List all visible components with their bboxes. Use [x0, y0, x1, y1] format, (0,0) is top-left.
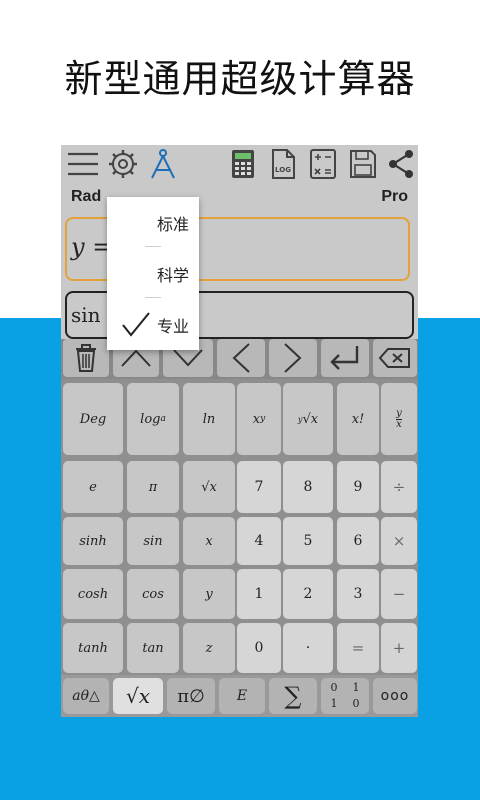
save-icon[interactable]	[347, 149, 379, 179]
key-4[interactable]: 4	[237, 517, 281, 565]
key-e[interactable]: e	[63, 461, 123, 513]
key-9[interactable]: 9	[337, 461, 379, 513]
keypad: Deg log a ln xy y √x x! yx e π √x 7 8 9 ÷ …	[61, 381, 418, 675]
key-nth-root[interactable]: y √x	[283, 383, 333, 455]
dropdown-divider	[145, 297, 161, 298]
key-8[interactable]: 8	[283, 461, 333, 513]
trash-button[interactable]	[63, 339, 109, 377]
key-divide[interactable]: ÷	[381, 461, 417, 513]
dropdown-divider	[145, 246, 161, 247]
backspace-icon	[378, 348, 410, 368]
dropdown-item-label: 科学	[157, 266, 190, 285]
key-5[interactable]: 5	[283, 517, 333, 565]
gear-icon[interactable]	[105, 149, 141, 179]
key-z-var[interactable]: z	[183, 623, 235, 673]
key-7[interactable]: 7	[237, 461, 281, 513]
key-2[interactable]: 2	[283, 569, 333, 619]
key-power[interactable]: xy	[237, 383, 281, 455]
key-multiply[interactable]: ×	[381, 517, 417, 565]
log-file-icon[interactable]: LOG	[267, 149, 299, 179]
key-sinh[interactable]: sinh	[63, 517, 123, 565]
bottom-toolbar: aθ△ √x π∅ E ∑ 0 1 1 0 ooo	[61, 675, 418, 717]
sqrt-panel-button[interactable]: √x	[113, 678, 163, 714]
pro-mode-label[interactable]: Pro	[381, 188, 408, 206]
chevron-up-icon	[121, 349, 151, 367]
dropdown-item-label: 标准	[157, 215, 190, 234]
key-y-var[interactable]: y	[183, 569, 235, 619]
dropdown-item-professional[interactable]: 专业	[107, 299, 199, 349]
trash-icon	[76, 344, 96, 372]
binary-button[interactable]: 0 1 1 0	[321, 678, 369, 714]
dropdown-item-standard[interactable]: 标准	[107, 197, 199, 247]
binary-digit: 1	[352, 681, 360, 694]
key-cosh[interactable]: cosh	[63, 569, 123, 619]
cursor-left-button[interactable]	[217, 339, 265, 377]
binary-digit: 0	[352, 697, 360, 710]
key-x-var[interactable]: x	[183, 517, 235, 565]
key-deg[interactable]: Deg	[63, 383, 123, 455]
key-pi[interactable]: π	[127, 461, 179, 513]
key-plus[interactable]: +	[381, 623, 417, 673]
key-factorial[interactable]: x!	[337, 383, 379, 455]
backspace-button[interactable]	[373, 339, 417, 377]
key-cos[interactable]: cos	[127, 569, 179, 619]
enter-button[interactable]	[321, 339, 369, 377]
key-tanh[interactable]: tanh	[63, 623, 123, 673]
key-tan[interactable]: tan	[127, 623, 179, 673]
angle-mode-label[interactable]: Rad	[71, 188, 101, 206]
enter-icon	[330, 346, 359, 370]
log-label: LOG	[275, 166, 291, 174]
key-sin[interactable]: sin	[127, 517, 179, 565]
formula-sheet-icon[interactable]	[307, 149, 339, 179]
key-ln[interactable]: ln	[183, 383, 235, 455]
promo-title: 新型通用超级计算器	[64, 57, 416, 101]
key-fraction[interactable]: yx	[381, 383, 417, 455]
chevron-right-icon	[284, 343, 302, 373]
cursor-right-button[interactable]	[269, 339, 317, 377]
key-decimal[interactable]: ·	[283, 623, 333, 673]
calculator-icon[interactable]	[227, 149, 259, 179]
dropdown-item-label: 专业	[157, 317, 190, 336]
binary-digit: 0	[330, 681, 338, 694]
key-equals[interactable]: =	[337, 623, 379, 673]
key-minus[interactable]: −	[381, 569, 417, 619]
key-1[interactable]: 1	[237, 569, 281, 619]
set-symbols-button[interactable]: π∅	[167, 678, 215, 714]
more-button[interactable]: ooo	[373, 678, 417, 714]
exponent-button[interactable]: E	[219, 678, 265, 714]
chevron-down-icon	[173, 349, 203, 367]
menu-icon[interactable]	[65, 149, 101, 179]
mode-dropdown-menu: 标准 科学 专业	[107, 197, 199, 350]
share-icon[interactable]	[385, 149, 417, 179]
chevron-left-icon	[232, 343, 250, 373]
key-6[interactable]: 6	[337, 517, 379, 565]
greek-symbols-button[interactable]: aθ△	[63, 678, 109, 714]
key-log-a[interactable]: log a	[127, 383, 179, 455]
compass-icon[interactable]	[145, 149, 181, 179]
key-0[interactable]: 0	[237, 623, 281, 673]
checkmark-icon	[122, 312, 150, 337]
toolbar: LOG	[61, 145, 418, 183]
dropdown-item-scientific[interactable]: 科学	[107, 248, 199, 298]
key-3[interactable]: 3	[337, 569, 379, 619]
binary-digit: 1	[330, 697, 338, 710]
key-sqrt[interactable]: √x	[183, 461, 235, 513]
summation-button[interactable]: ∑	[269, 678, 317, 714]
